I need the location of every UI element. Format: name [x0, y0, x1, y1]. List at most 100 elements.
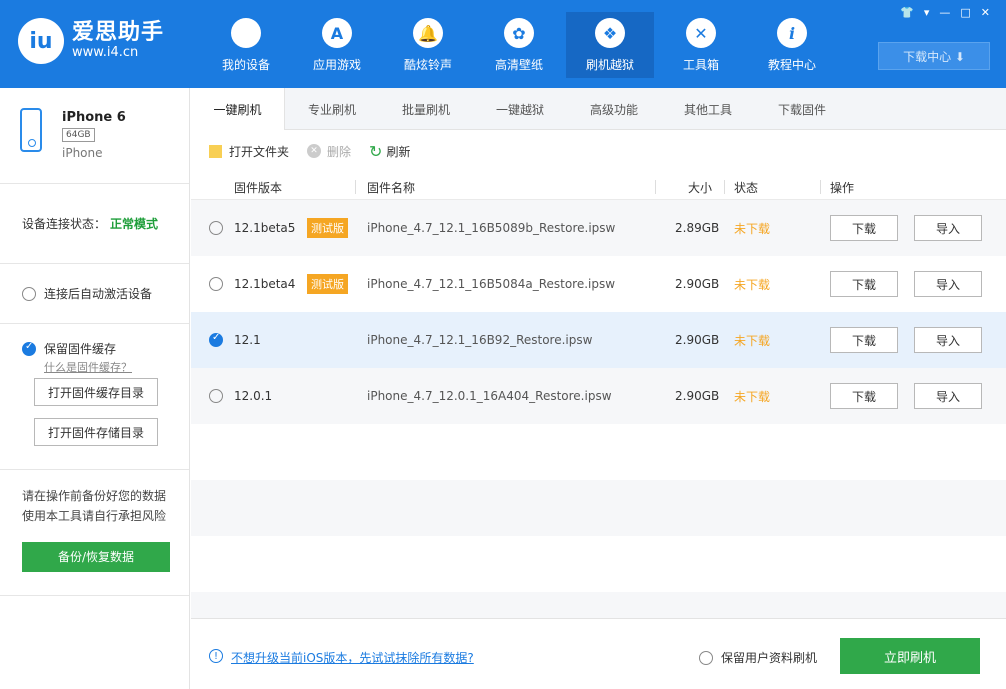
- footer: ! 不想升级当前iOS版本，先试试抹除所有数据? 保留用户资料刷机 立即刷机: [191, 618, 1006, 689]
- header-name: 固件名称: [367, 181, 416, 195]
- download-button[interactable]: 下载: [830, 383, 898, 409]
- tab-other-tools[interactable]: 其他工具: [661, 88, 755, 130]
- table-row[interactable]: 12.1beta4 测试版 iPhone_4.7_12.1_16B5084a_R…: [191, 256, 1006, 312]
- maximize-icon[interactable]: □: [960, 6, 970, 19]
- download-center-button[interactable]: 下载中心 ⬇: [878, 42, 990, 70]
- open-cache-dir-button[interactable]: 打开固件缓存目录: [34, 378, 158, 406]
- tab-advanced[interactable]: 高级功能: [567, 88, 661, 130]
- erase-data-link[interactable]: 不想升级当前iOS版本，先试试抹除所有数据?: [231, 649, 474, 666]
- menu-icon[interactable]: ▾: [924, 6, 930, 19]
- row-firmware-name: iPhone_4.7_12.1_16B5089b_Restore.ipsw: [367, 221, 616, 235]
- app-store-icon: A: [322, 18, 352, 48]
- keep-cache-option[interactable]: 保留固件缓存: [22, 340, 189, 357]
- close-icon[interactable]: ✕: [981, 6, 990, 19]
- nav-flash-jailbreak[interactable]: ❖ 刷机越狱: [566, 12, 654, 78]
- logo: iu 爱思助手 www.i4.cn: [18, 18, 164, 64]
- connection-label: 设备连接状态：: [22, 217, 107, 231]
- nav-apps-games[interactable]: A 应用游戏: [293, 12, 381, 78]
- device-name: iPhone 6: [62, 110, 126, 125]
- header-version: 固件版本: [234, 181, 283, 195]
- row-size: 2.90GB: [675, 277, 720, 291]
- app-url: www.i4.cn: [72, 45, 139, 60]
- nav-ringtones[interactable]: 🔔 酷炫铃声: [384, 12, 472, 78]
- import-button[interactable]: 导入: [914, 383, 982, 409]
- what-is-cache-link[interactable]: 什么是固件缓存？: [44, 359, 189, 375]
- main-panel: 一键刷机 专业刷机 批量刷机 一键越狱 高级功能 其他工具 下载固件 打开文件夹…: [191, 88, 1006, 689]
- import-button[interactable]: 导入: [914, 215, 982, 241]
- delete-icon: ✕: [307, 144, 322, 158]
- keep-user-data-label: 保留用户资料刷机: [721, 651, 818, 665]
- tab-one-click-flash[interactable]: 一键刷机: [191, 88, 285, 130]
- row-size: 2.90GB: [675, 389, 720, 403]
- tab-batch-flash[interactable]: 批量刷机: [379, 88, 473, 130]
- logo-mark: iu: [18, 18, 64, 64]
- header-size: 大小: [688, 181, 713, 195]
- row-firmware-name: iPhone_4.7_12.1_16B92_Restore.ipsw: [367, 333, 593, 347]
- skin-icon[interactable]: 👕: [900, 6, 914, 19]
- tab-one-click-jailbreak[interactable]: 一键越狱: [473, 88, 567, 130]
- auto-activate-radio[interactable]: [22, 286, 36, 301]
- nav-wallpapers[interactable]: ✿ 高清壁纸: [475, 12, 563, 78]
- window-controls: 👕 ▾ — □ ✕: [900, 6, 990, 19]
- row-version: 12.0.1: [234, 389, 273, 403]
- flash-now-button[interactable]: 立即刷机: [840, 638, 980, 674]
- download-button[interactable]: 下载: [830, 271, 898, 297]
- header-separator: [655, 180, 656, 194]
- empty-row: [191, 536, 1006, 592]
- open-store-dir-button[interactable]: 打开固件存储目录: [34, 418, 158, 446]
- row-select-radio[interactable]: [209, 389, 223, 403]
- table-row[interactable]: 12.1beta5 测试版 iPhone_4.7_12.1_16B5089b_R…: [191, 200, 1006, 256]
- bell-icon: 🔔: [413, 18, 443, 48]
- keep-user-data-radio[interactable]: [699, 650, 713, 665]
- row-select-radio[interactable]: [209, 277, 223, 291]
- beta-badge: 测试版: [307, 218, 348, 238]
- nav-label: 我的设备: [221, 58, 270, 72]
- row-select-radio[interactable]: [209, 221, 223, 235]
- header-status: 状态: [734, 181, 759, 195]
- open-folder-button[interactable]: 打开文件夹: [209, 143, 289, 160]
- beta-badge: 测试版: [307, 274, 348, 294]
- empty-row: [191, 480, 1006, 536]
- empty-row: [191, 424, 1006, 480]
- main-nav: 我的设备 A 应用游戏 🔔 酷炫铃声 ✿ 高清壁纸 ❖ 刷机越狱 ✕ 工具箱 i…: [202, 12, 839, 78]
- keep-cache-label: 保留固件缓存: [44, 342, 117, 356]
- table-row[interactable]: 12.1 iPhone_4.7_12.1_16B92_Restore.ipsw …: [191, 312, 1006, 368]
- device-type: iPhone: [62, 146, 103, 160]
- minimize-icon[interactable]: —: [939, 6, 950, 19]
- nav-my-device[interactable]: 我的设备: [202, 12, 290, 78]
- warning-line-1: 请在操作前备份好您的数据: [22, 489, 167, 503]
- import-button[interactable]: 导入: [914, 327, 982, 353]
- warning-section: 请在操作前备份好您的数据 使用本工具请自行承担风险 备份/恢复数据: [0, 470, 189, 596]
- nav-toolbox[interactable]: ✕ 工具箱: [657, 12, 745, 78]
- table-row[interactable]: 12.0.1 iPhone_4.7_12.0.1_16A404_Restore.…: [191, 368, 1006, 424]
- row-firmware-name: iPhone_4.7_12.0.1_16A404_Restore.ipsw: [367, 389, 612, 403]
- auto-activate-option[interactable]: 连接后自动激活设备: [0, 264, 189, 324]
- device-info: iPhone 6 64GB iPhone: [0, 88, 189, 184]
- connection-mode: 正常模式: [110, 217, 159, 231]
- row-size: 2.89GB: [675, 221, 720, 235]
- keep-user-data-option[interactable]: 保留用户资料刷机: [699, 649, 817, 666]
- download-button[interactable]: 下载: [830, 327, 898, 353]
- dropbox-icon: ❖: [595, 18, 625, 48]
- tab-pro-flash[interactable]: 专业刷机: [285, 88, 379, 130]
- row-select-radio[interactable]: [209, 332, 223, 347]
- app-name: 爱思助手: [72, 20, 165, 45]
- device-capacity: 64GB: [62, 128, 95, 142]
- keep-cache-checkbox[interactable]: [22, 341, 36, 356]
- import-button[interactable]: 导入: [914, 271, 982, 297]
- row-version: 12.1beta5: [234, 221, 296, 235]
- row-status: 未下载: [734, 221, 771, 236]
- info-icon: i: [777, 18, 807, 48]
- backup-restore-button[interactable]: 备份/恢复数据: [22, 542, 170, 572]
- tools-icon: ✕: [686, 18, 716, 48]
- header: iu 爱思助手 www.i4.cn 我的设备 A 应用游戏 🔔 酷炫铃声 ✿ 高…: [0, 0, 1006, 88]
- nav-tutorials[interactable]: i 教程中心: [748, 12, 836, 78]
- refresh-button[interactable]: ↻ 刷新: [369, 142, 410, 161]
- tab-download-firmware[interactable]: 下载固件: [755, 88, 849, 130]
- refresh-icon: ↻: [369, 141, 383, 161]
- connection-status: 设备连接状态： 正常模式: [0, 184, 189, 264]
- header-action: 操作: [830, 181, 855, 195]
- delete-button[interactable]: ✕ 删除: [307, 143, 351, 160]
- toolbar: 打开文件夹 ✕ 删除 ↻ 刷新: [191, 130, 1006, 172]
- download-button[interactable]: 下载: [830, 215, 898, 241]
